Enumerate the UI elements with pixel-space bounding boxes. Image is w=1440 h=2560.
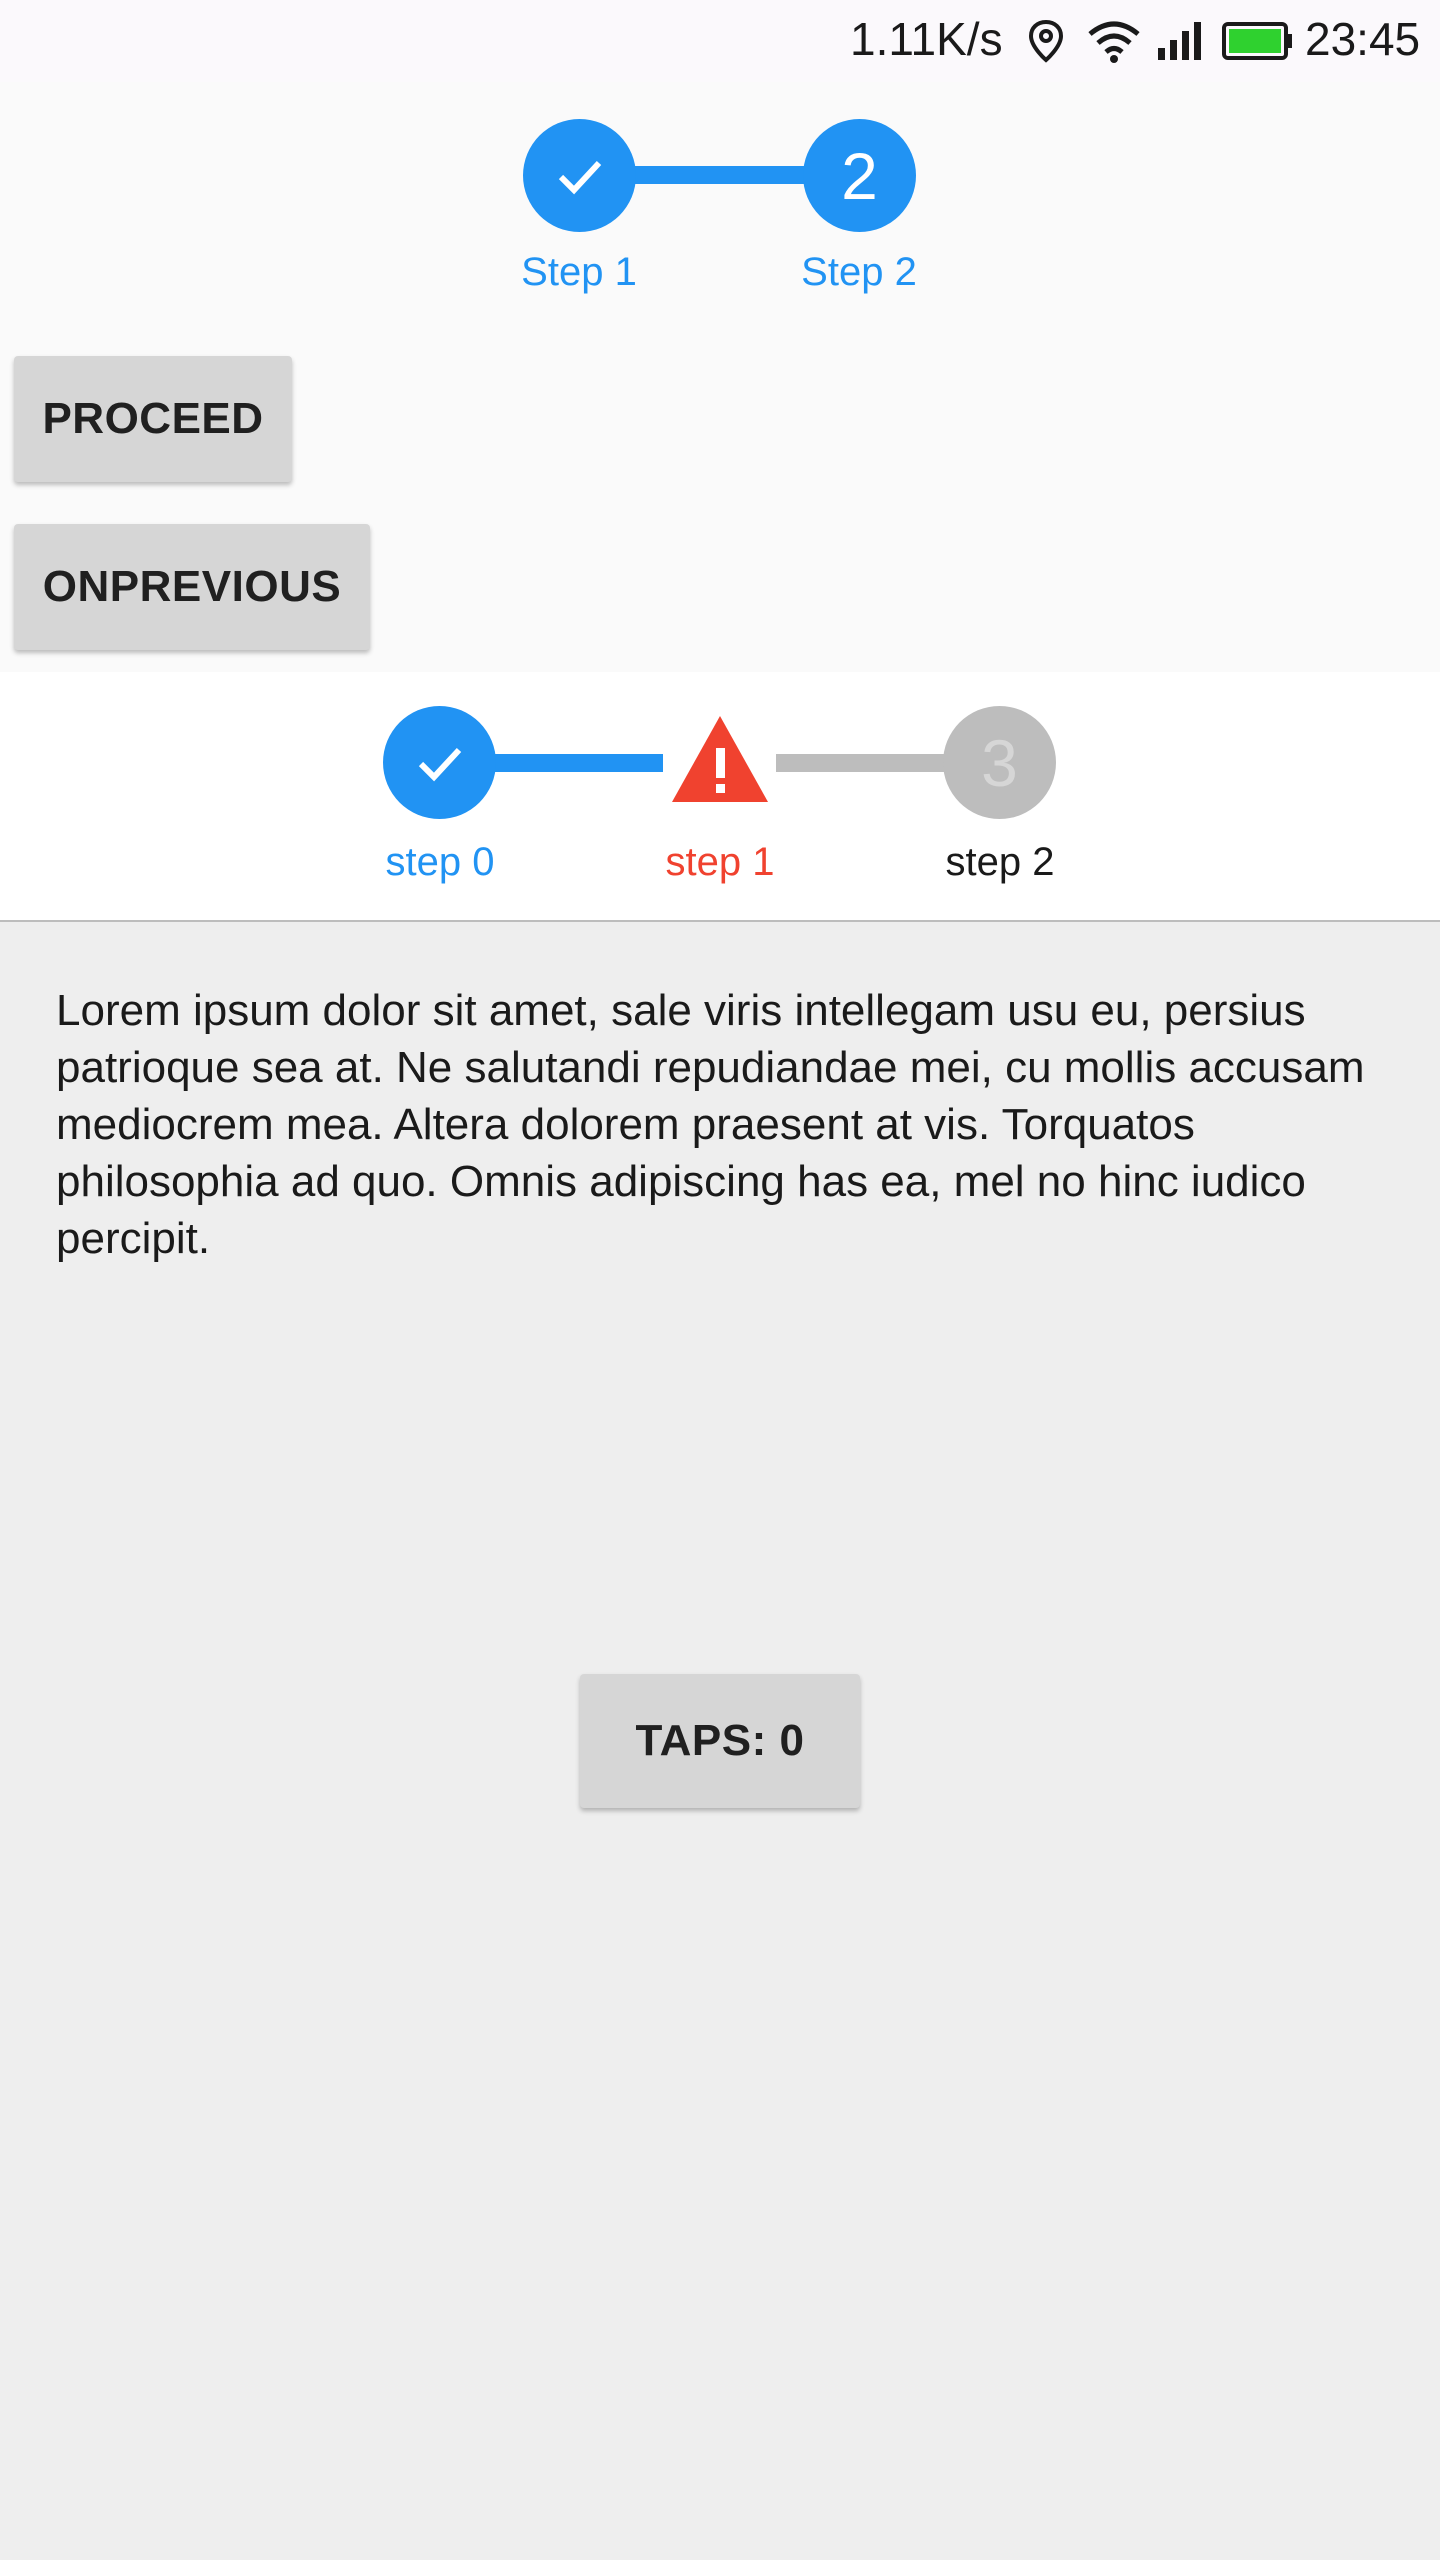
battery-icon	[1222, 18, 1294, 69]
proceed-button[interactable]: PROCEED	[14, 356, 292, 482]
warning-icon[interactable]	[668, 712, 772, 808]
step-2-circle[interactable]: 2	[803, 119, 916, 232]
signal-icon	[1156, 18, 1204, 69]
status-bar: 1.11K/s 23:45	[0, 0, 1440, 82]
onprevious-button[interactable]: ONPREVIOUS	[14, 524, 370, 650]
top-stepper-section: 2 Step 1 Step 2 PROCEED ONPREVIOUS	[0, 82, 1440, 672]
step-2-number: 2	[841, 138, 878, 213]
wifi-icon	[1086, 18, 1142, 69]
step-connector-completed	[495, 754, 663, 772]
step-connector	[630, 166, 810, 184]
step-2-number: 3	[981, 725, 1018, 800]
check-icon	[418, 747, 461, 781]
location-icon	[1024, 18, 1068, 69]
step-2-label: step 2	[945, 840, 1055, 884]
step-0-label: step 0	[385, 840, 495, 884]
check-icon	[558, 160, 601, 194]
taps-counter-button[interactable]: TAPS: 0	[580, 1674, 860, 1808]
step-1-circle[interactable]	[523, 119, 636, 232]
bottom-stepper-section: 3 step 0 step 1 step 2	[0, 672, 1440, 922]
step-connector-inactive	[776, 754, 946, 772]
step-2-circle[interactable]: 3	[943, 706, 1056, 819]
step-1-label: step 1	[665, 840, 775, 884]
network-speed: 1.11K/s	[850, 13, 1003, 65]
step-1-label: Step 1	[521, 250, 637, 294]
body-text: Lorem ipsum dolor sit amet, sale viris i…	[56, 986, 1365, 1263]
clock: 23:45	[1305, 13, 1421, 65]
step-2-label: Step 2	[801, 250, 917, 294]
step-0-circle[interactable]	[383, 706, 496, 819]
